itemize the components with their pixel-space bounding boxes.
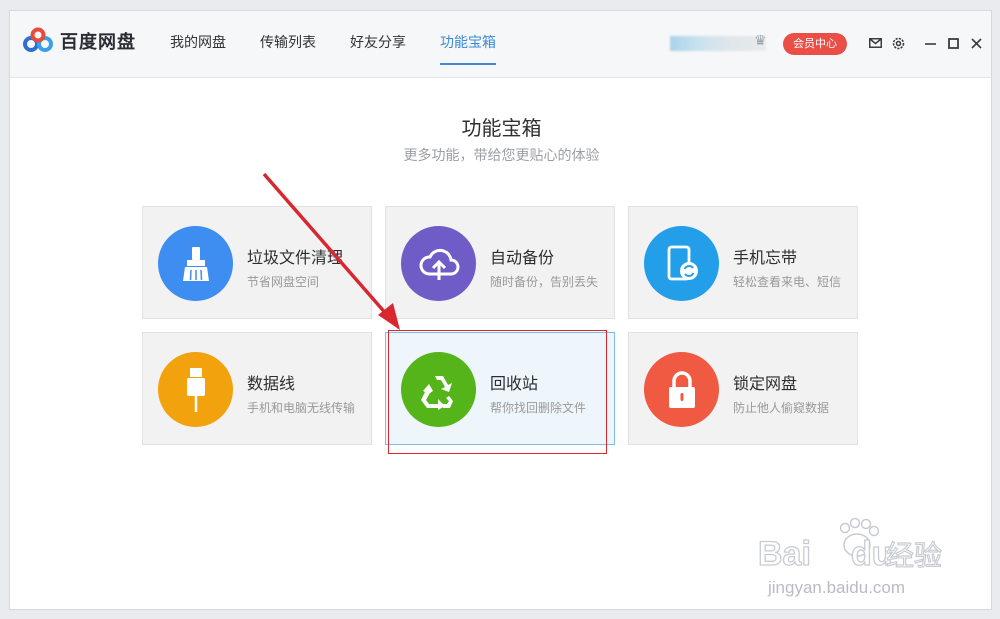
minimize-icon[interactable] bbox=[922, 35, 938, 51]
watermark-url: jingyan.baidu.com bbox=[767, 578, 905, 597]
settings-gear-icon[interactable] bbox=[890, 35, 906, 51]
tool-card-auto-backup[interactable]: 自动备份 随时备份，告别丢失 bbox=[385, 206, 615, 319]
tool-title: 手机忘带 bbox=[733, 248, 798, 267]
tool-desc: 轻松查看来电、短信 bbox=[733, 275, 842, 289]
title-bar: 百度网盘 我的网盘 传输列表 好友分享 功能宝箱 ♛ 会员中心 bbox=[10, 11, 991, 78]
tool-desc: 帮你找回删除文件 bbox=[490, 401, 587, 415]
tool-card-lock-netdisk[interactable]: 锁定网盘 防止他人偷窥数据 bbox=[628, 332, 858, 445]
tab-friend-share[interactable]: 好友分享 bbox=[350, 11, 406, 77]
cloud-upload-icon bbox=[401, 226, 476, 301]
tool-desc: 随时备份，告别丢失 bbox=[490, 275, 599, 289]
tool-card-phone-forgotten[interactable]: 手机忘带 轻松查看来电、短信 bbox=[628, 206, 858, 319]
username-blurred[interactable] bbox=[670, 36, 766, 51]
broom-icon bbox=[158, 226, 233, 301]
recycle-icon bbox=[401, 352, 476, 427]
tool-title: 自动备份 bbox=[490, 248, 555, 267]
page-title: 功能宝箱 bbox=[461, 116, 542, 140]
vip-crown-icon: ♛ bbox=[754, 33, 767, 49]
baidu-jingyan-watermark: Bai du 经验 jingyan.baidu.com bbox=[758, 517, 943, 597]
watermark-cn: 经验 bbox=[886, 539, 942, 572]
tool-title: 锁定网盘 bbox=[733, 374, 798, 393]
phone-sync-icon bbox=[644, 226, 719, 301]
tool-title: 回收站 bbox=[490, 374, 539, 393]
main-nav: 我的网盘 传输列表 好友分享 功能宝箱 bbox=[170, 11, 530, 77]
mail-icon[interactable] bbox=[867, 35, 883, 51]
lock-icon bbox=[644, 352, 719, 427]
tab-transfer-list[interactable]: 传输列表 bbox=[260, 11, 316, 77]
close-icon[interactable] bbox=[968, 35, 984, 51]
tool-title: 垃圾文件清理 bbox=[247, 248, 344, 267]
tool-title: 数据线 bbox=[247, 374, 296, 393]
page-subtitle: 更多功能，带给您更贴心的体验 bbox=[403, 148, 600, 164]
tool-card-trash-cleanup[interactable]: 垃圾文件清理 节省网盘空间 bbox=[142, 206, 372, 319]
app-logo[interactable]: 百度网盘 bbox=[22, 27, 136, 55]
watermark-brand: Bai bbox=[758, 535, 811, 573]
tool-card-data-cable[interactable]: 数据线 手机和电脑无线传输 bbox=[142, 332, 372, 445]
maximize-icon[interactable] bbox=[945, 35, 961, 51]
app-name: 百度网盘 bbox=[60, 32, 136, 53]
tool-card-recycle-bin[interactable]: 回收站 帮你找回删除文件 bbox=[385, 332, 615, 445]
usb-cable-icon bbox=[158, 352, 233, 427]
tool-desc: 节省网盘空间 bbox=[247, 275, 320, 289]
tool-desc: 手机和电脑无线传输 bbox=[247, 401, 356, 415]
tab-toolbox[interactable]: 功能宝箱 bbox=[440, 11, 496, 77]
member-center-button[interactable]: 会员中心 bbox=[783, 33, 847, 55]
baidu-cloud-logo-icon bbox=[23, 27, 53, 52]
tool-desc: 防止他人偷窥数据 bbox=[733, 401, 830, 415]
tab-my-netdisk[interactable]: 我的网盘 bbox=[170, 11, 226, 77]
